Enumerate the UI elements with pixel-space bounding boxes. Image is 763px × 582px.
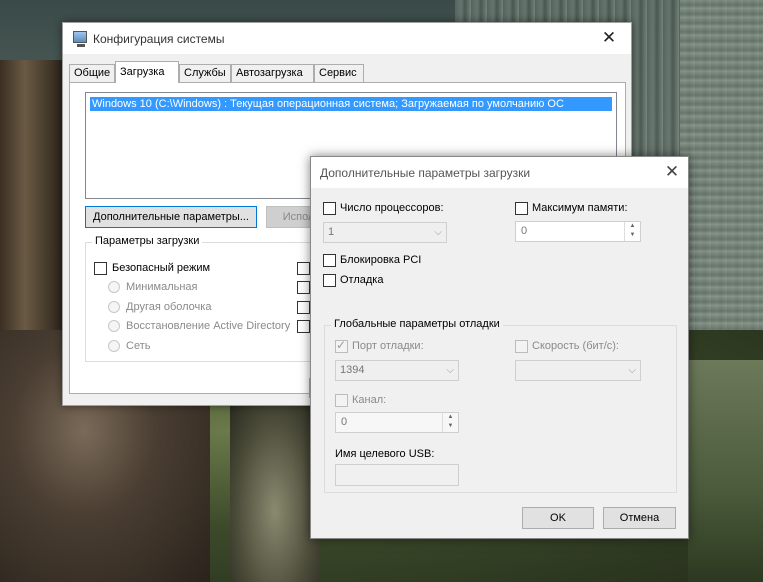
tab-services[interactable]: Службы (179, 64, 231, 83)
network-label: Сеть (126, 340, 151, 352)
arrow-down-icon[interactable]: ▼ (625, 231, 640, 240)
pci-lock-label: Блокировка PCI (340, 254, 422, 266)
window-title: Конфигурация системы (93, 32, 225, 46)
boot-log-checkbox[interactable] (297, 281, 310, 294)
alternate-shell-label: Другая оболочка (126, 301, 212, 313)
advanced-boot-options-dialog: Дополнительные параметры загрузки ✕ Числ… (310, 156, 689, 539)
chevron-down-icon: ⌵ (628, 365, 636, 376)
max-memory-checkbox[interactable] (515, 202, 528, 215)
spinner-buttons[interactable]: ▲ ▼ (442, 413, 458, 432)
debug-port-select[interactable]: 1394 ⌵ (335, 360, 459, 381)
global-debug-settings-group: Глобальные параметры отладки Порт отладк… (324, 318, 677, 493)
usb-target-input[interactable] (335, 464, 459, 486)
title-bar[interactable]: Конфигурация системы ✕ (63, 23, 631, 54)
channel-value: 0 (341, 416, 348, 428)
debug-port-checkbox[interactable] (335, 338, 348, 353)
title-bar[interactable]: Дополнительные параметры загрузки ✕ (311, 157, 688, 188)
tab-general[interactable]: Общие (69, 64, 115, 83)
max-memory-value: 0 (521, 225, 528, 237)
pci-lock-checkbox[interactable] (323, 254, 336, 267)
chevron-down-icon: ⌵ (446, 365, 454, 376)
alternate-shell-radio[interactable] (108, 301, 120, 313)
arrow-up-icon[interactable]: ▲ (625, 222, 640, 231)
usb-target-label: Имя целевого USB: (335, 448, 435, 460)
debug-label: Отладка (340, 274, 384, 286)
ad-repair-radio[interactable] (108, 320, 120, 332)
base-video-checkbox[interactable] (297, 301, 310, 314)
tab-boot[interactable]: Загрузка (115, 61, 179, 83)
close-button[interactable]: ✕ (599, 28, 619, 48)
channel-checkbox[interactable] (335, 394, 348, 407)
safe-mode-label: Безопасный режим (112, 262, 211, 274)
minimal-label: Минимальная (126, 281, 198, 293)
close-button[interactable]: ✕ (662, 162, 682, 182)
arrow-down-icon[interactable]: ▼ (443, 422, 458, 431)
ok-button[interactable]: OK (522, 507, 594, 529)
num-processors-select[interactable]: 1 ⌵ (323, 222, 447, 243)
num-processors-value: 1 (328, 226, 335, 238)
advanced-options-button[interactable]: Дополнительные параметры... (85, 206, 257, 228)
num-processors-label: Число процессоров: (340, 202, 444, 214)
no-gui-boot-checkbox[interactable] (297, 262, 310, 275)
network-radio[interactable] (108, 340, 120, 352)
tab-tools[interactable]: Сервис (314, 64, 364, 83)
debug-port-value: 1394 (340, 364, 365, 376)
channel-label: Канал: (352, 394, 387, 406)
group-title: Глобальные параметры отладки (331, 318, 503, 330)
ad-repair-label: Восстановление Active Directory (126, 320, 291, 332)
wallpaper-rocks (230, 405, 320, 582)
safe-mode-checkbox[interactable] (94, 262, 107, 275)
tab-startup[interactable]: Автозагрузка (231, 64, 314, 83)
chevron-down-icon: ⌵ (434, 227, 442, 238)
os-boot-info-checkbox[interactable] (297, 320, 310, 333)
debug-port-label: Порт отладки: (352, 340, 424, 352)
spinner-buttons[interactable]: ▲ ▼ (624, 222, 640, 241)
baud-rate-select[interactable]: ⌵ (515, 360, 641, 381)
channel-spinner[interactable]: 0 ▲ ▼ (335, 412, 459, 433)
arrow-up-icon[interactable]: ▲ (443, 413, 458, 422)
cancel-button[interactable]: Отмена (603, 507, 676, 529)
group-title: Параметры загрузки (92, 235, 203, 247)
max-memory-spinner[interactable]: 0 ▲ ▼ (515, 221, 641, 242)
dialog-title: Дополнительные параметры загрузки (320, 166, 531, 180)
msconfig-icon (73, 31, 87, 47)
wallpaper-foliage (688, 360, 763, 582)
minimal-radio[interactable] (108, 281, 120, 293)
num-processors-checkbox[interactable] (323, 202, 336, 215)
list-item[interactable]: Windows 10 (C:\Windows) : Текущая операц… (90, 97, 612, 111)
max-memory-label: Максимум памяти: (532, 202, 628, 214)
baud-rate-label: Скорость (бит/с): (532, 340, 619, 352)
baud-rate-checkbox[interactable] (515, 340, 528, 353)
debug-checkbox[interactable] (323, 274, 336, 287)
